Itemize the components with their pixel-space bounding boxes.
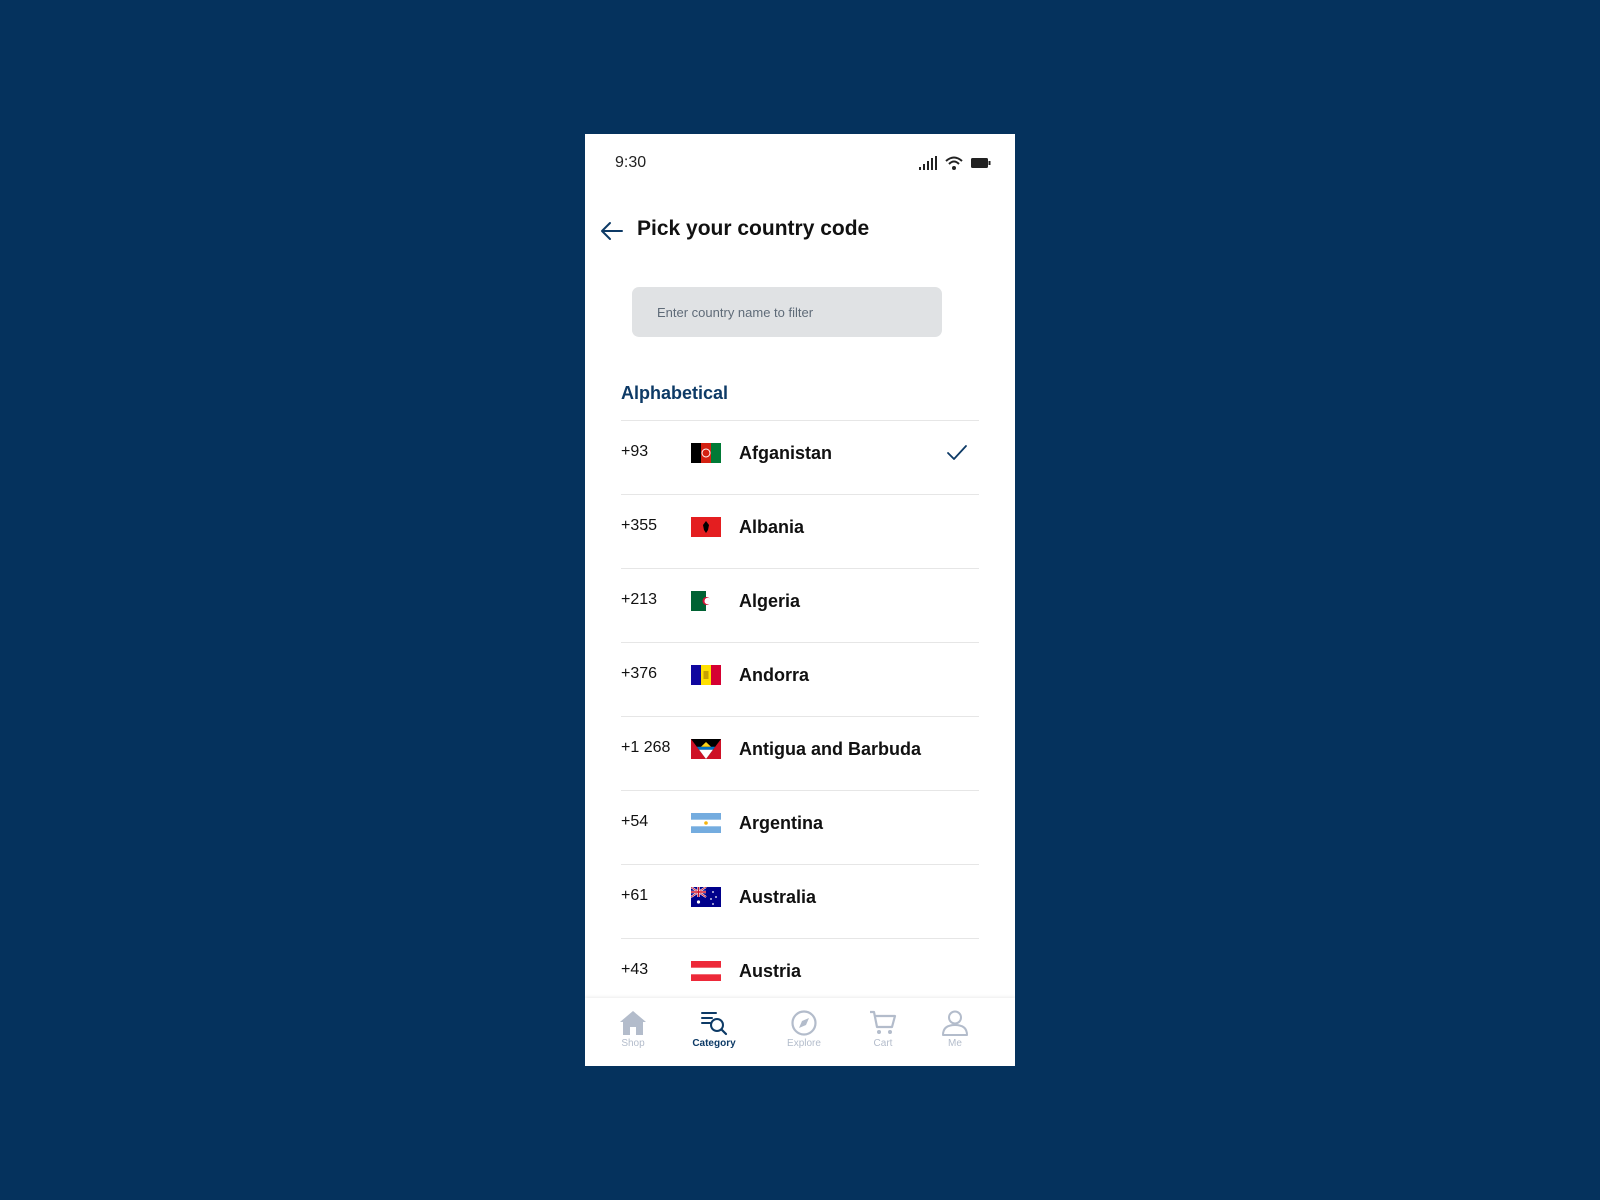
country-filter-input[interactable] [632, 287, 942, 337]
tab-explore[interactable]: Explore [769, 998, 839, 1066]
tab-me[interactable]: Me [920, 998, 990, 1066]
status-icons [919, 156, 991, 170]
header: Pick your country code [585, 208, 1015, 252]
albania-flag-icon [691, 517, 721, 537]
country-name: Austria [739, 961, 802, 981]
country-code: +93 [621, 443, 649, 460]
tab-label: Explore [787, 1038, 821, 1049]
country-row-andorra[interactable]: +376 Andorra [621, 642, 979, 716]
country-name: Albania [739, 517, 805, 537]
country-list: +93 Afganistan +355 Albania +213 Algeria… [621, 420, 979, 1012]
bottom-tab-bar: Shop Category Explore Cart Me [585, 998, 1015, 1066]
arrow-left-icon [601, 222, 623, 240]
status-time: 9:30 [615, 154, 647, 171]
country-code: +213 [621, 591, 658, 608]
country-name: Afganistan [739, 443, 833, 463]
algeria-flag-icon [691, 591, 721, 611]
country-row-antigua-and-barbuda[interactable]: +1 268 Antigua and Barbuda [621, 716, 979, 790]
country-code: +355 [621, 517, 658, 534]
section-title: Alphabetical [621, 383, 729, 403]
home-icon [620, 1011, 646, 1035]
status-bar: 9:30 [585, 134, 1015, 194]
antigua-and-barbuda-flag-icon [691, 739, 721, 759]
austria-flag-icon [691, 961, 721, 981]
tab-cart[interactable]: Cart [848, 998, 918, 1066]
tab-label: Cart [873, 1038, 893, 1049]
tab-shop[interactable]: Shop [598, 998, 668, 1066]
country-code: +61 [621, 887, 649, 904]
country-code: +43 [621, 961, 649, 978]
country-name: Argentina [739, 813, 824, 833]
country-code: +54 [621, 813, 649, 830]
wifi-icon [945, 156, 963, 170]
tab-label: Category [692, 1038, 736, 1049]
country-row-afganistan[interactable]: +93 Afganistan [621, 420, 979, 494]
country-name: Antigua and Barbuda [739, 739, 922, 759]
country-name: Australia [739, 887, 817, 907]
country-row-argentina[interactable]: +54 Argentina [621, 790, 979, 864]
afghanistan-flag-icon [691, 443, 721, 463]
category-search-icon [701, 1012, 728, 1036]
country-code: +1 268 [621, 739, 671, 756]
country-code: +376 [621, 665, 658, 682]
checkmark-icon [947, 445, 967, 460]
page-title: Pick your country code [637, 217, 870, 240]
country-row-australia[interactable]: +61 Australia [621, 864, 979, 938]
compass-icon [791, 1010, 817, 1036]
tab-label: Me [948, 1038, 962, 1049]
country-name: Andorra [739, 665, 810, 685]
andorra-flag-icon [691, 665, 721, 685]
country-name: Algeria [739, 591, 801, 611]
battery-icon [971, 158, 991, 168]
australia-flag-icon [691, 887, 721, 907]
country-row-albania[interactable]: +355 Albania [621, 494, 979, 568]
tab-category[interactable]: Category [679, 998, 749, 1066]
user-icon [942, 1010, 968, 1036]
country-row-algeria[interactable]: +213 Algeria [621, 568, 979, 642]
phone-screen: 9:30 Pick your country code Enter countr… [585, 134, 1015, 1066]
back-button[interactable] [597, 216, 627, 246]
argentina-flag-icon [691, 813, 721, 833]
signal-icon [919, 156, 937, 170]
tab-label: Shop [621, 1038, 645, 1049]
cart-icon [870, 1010, 897, 1034]
